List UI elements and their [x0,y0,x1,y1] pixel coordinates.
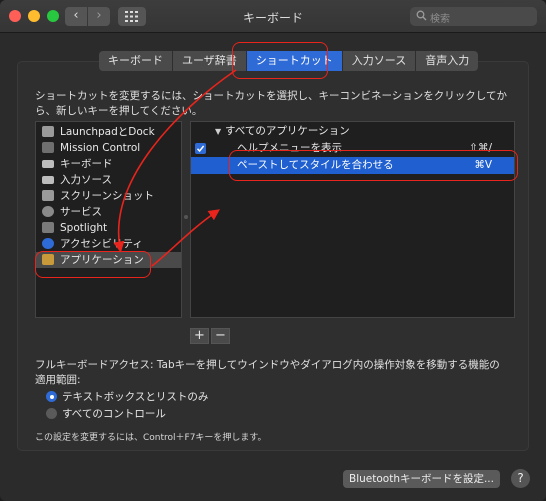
annotation-arrow-tab-to-category [113,69,237,253]
annotation-arrows [113,69,237,267]
preferences-window: ‹ › キーボード 検索 キーボード ユーザ辞書 ショートカット 入力ソース 音… [0,0,546,501]
annotation-arrow-category-to-list [151,209,220,267]
